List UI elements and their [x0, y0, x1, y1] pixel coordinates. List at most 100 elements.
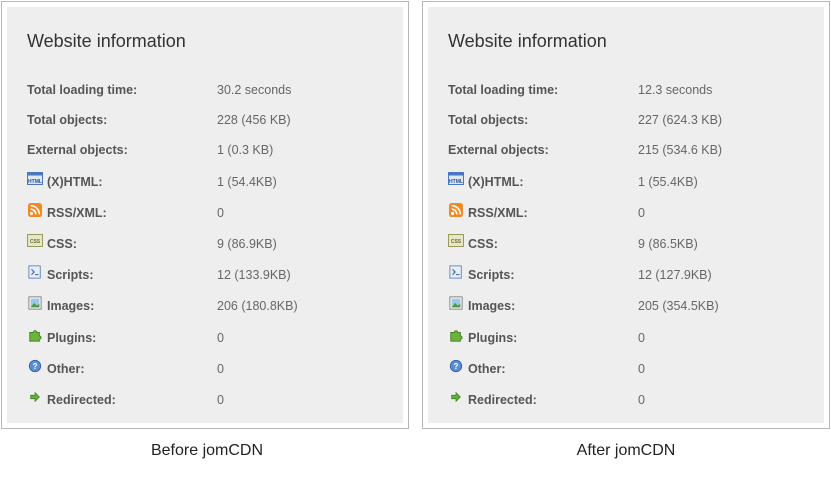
row-label-wrap: HTML (X)HTML: — [448, 172, 524, 189]
row-label-wrap: Redirected: — [27, 391, 116, 407]
html-icon: HTML — [27, 172, 43, 185]
row-label-wrap: Plugins: — [27, 330, 97, 345]
row-value: 12 (133.9KB) — [217, 268, 291, 282]
row-label-wrap: Images: — [27, 296, 95, 313]
row-label-wrap: CSS CSS: — [27, 234, 77, 251]
row-label-wrap: Plugins: — [448, 330, 517, 345]
row-css: CSS CSS: 9 (86.9KB) — [27, 234, 407, 255]
row-total-loading-time: Total loading time: 12.3 seconds — [448, 81, 828, 101]
image-icon — [449, 296, 463, 310]
row-rss-xml: RSS/XML: 0 — [448, 203, 828, 224]
row-value: 206 (180.8KB) — [217, 299, 298, 313]
row-value: 12 (127.9KB) — [638, 268, 712, 282]
row-scripts: Scripts: 12 (127.9KB) — [448, 265, 828, 286]
panel-title: Website information — [27, 31, 186, 51]
row-label-wrap: ? Other: — [27, 359, 85, 376]
row-label: Scripts: — [47, 268, 94, 282]
row-scripts: Scripts: 12 (133.9KB) — [27, 265, 407, 286]
row-label: CSS: — [468, 237, 498, 251]
row-label: Images: — [47, 299, 95, 313]
row-label: Total loading time: — [448, 83, 559, 97]
row-css: CSS CSS: 9 (86.5KB) — [448, 234, 828, 255]
row-label: Plugins: — [47, 331, 97, 345]
row-label: External objects: — [27, 143, 128, 157]
image-icon — [28, 296, 42, 310]
row-label: Total loading time: — [27, 83, 138, 97]
row-redirected: Redirected: 0 — [27, 391, 407, 411]
row-label-wrap: Images: — [448, 296, 516, 313]
row-label-wrap: RSS/XML: — [27, 203, 107, 220]
row-images: Images: 205 (354.5KB) — [448, 296, 828, 317]
css-icon: CSS — [448, 234, 464, 247]
caption-before: Before jomCDN — [150, 442, 264, 459]
row-value: 0 — [638, 362, 645, 376]
row-value: 12.3 seconds — [638, 83, 713, 97]
row-label: (X)HTML: — [468, 175, 524, 189]
row-value: 30.2 seconds — [217, 83, 292, 97]
row-label: (X)HTML: — [47, 175, 103, 189]
row-value: 1 (55.4KB) — [638, 175, 698, 189]
svg-text:?: ? — [33, 362, 38, 371]
row-value: 1 (54.4KB) — [217, 175, 277, 189]
row-label: Other: — [468, 362, 506, 376]
panel-body: Website information Total loading time: … — [7, 7, 403, 423]
row-plugins: Plugins: 0 — [448, 329, 828, 349]
row-value: 1 (0.3 KB) — [217, 143, 274, 157]
row-label: Total objects: — [448, 113, 529, 127]
row-label: Scripts: — [468, 268, 515, 282]
row-xhtml: HTML (X)HTML: 1 (54.4KB) — [27, 172, 407, 193]
script-icon — [449, 265, 462, 279]
website-info-panel-before: Website information Total loading time: … — [1, 1, 409, 429]
row-label-wrap: CSS CSS: — [448, 234, 498, 251]
arrow-right-icon — [451, 391, 461, 403]
row-total-loading-time: Total loading time: 30.2 seconds — [27, 81, 407, 101]
row-value: 0 — [217, 362, 224, 376]
rss-icon — [28, 203, 42, 217]
row-value: 0 — [217, 393, 224, 407]
panel-body: Website information Total loading time: … — [428, 7, 824, 423]
question-icon: ? — [28, 359, 42, 373]
row-value: 9 (86.5KB) — [638, 237, 698, 251]
row-total-objects: Total objects: 228 (456 KB) — [27, 111, 407, 131]
row-value: 0 — [217, 331, 224, 345]
row-label: CSS: — [47, 237, 77, 251]
svg-text:HTML: HTML — [28, 179, 42, 185]
question-icon: ? — [449, 359, 463, 373]
row-redirected: Redirected: 0 — [448, 391, 828, 411]
row-rss-xml: RSS/XML: 0 — [27, 203, 407, 224]
arrow-right-icon — [30, 391, 40, 403]
row-value: 0 — [638, 331, 645, 345]
rss-icon — [449, 203, 463, 217]
panel-title: Website information — [448, 31, 607, 51]
row-value: 0 — [217, 206, 224, 220]
row-external-objects: External objects: 1 (0.3 KB) — [27, 141, 407, 161]
html-icon: HTML — [448, 172, 464, 185]
row-label-wrap: ? Other: — [448, 359, 506, 376]
row-plugins: Plugins: 0 — [27, 329, 407, 349]
row-label: RSS/XML: — [468, 206, 528, 220]
row-label-wrap: Scripts: — [27, 265, 94, 282]
website-info-panel-after: Website information Total loading time: … — [422, 1, 830, 429]
svg-text:CSS: CSS — [451, 239, 462, 245]
row-other: ? Other: 0 — [448, 359, 828, 380]
row-label: External objects: — [448, 143, 549, 157]
svg-text:CSS: CSS — [30, 239, 41, 245]
row-total-objects: Total objects: 227 (624.3 KB) — [448, 111, 828, 131]
puzzle-icon — [29, 330, 42, 342]
row-external-objects: External objects: 215 (534.6 KB) — [448, 141, 828, 161]
row-label: Redirected: — [468, 393, 537, 407]
row-label: Images: — [468, 299, 516, 313]
row-label: Redirected: — [47, 393, 116, 407]
script-icon — [28, 265, 41, 279]
row-label-wrap: HTML (X)HTML: — [27, 172, 103, 189]
row-label-wrap: RSS/XML: — [448, 203, 528, 220]
row-label-wrap: Redirected: — [448, 391, 537, 407]
row-value: 205 (354.5KB) — [638, 299, 719, 313]
row-value: 227 (624.3 KB) — [638, 113, 723, 127]
row-value: 0 — [638, 206, 645, 220]
caption-after: After jomCDN — [576, 442, 676, 459]
css-icon: CSS — [27, 234, 43, 247]
svg-text:HTML: HTML — [449, 179, 463, 185]
row-label: Other: — [47, 362, 85, 376]
svg-text:?: ? — [454, 362, 459, 371]
